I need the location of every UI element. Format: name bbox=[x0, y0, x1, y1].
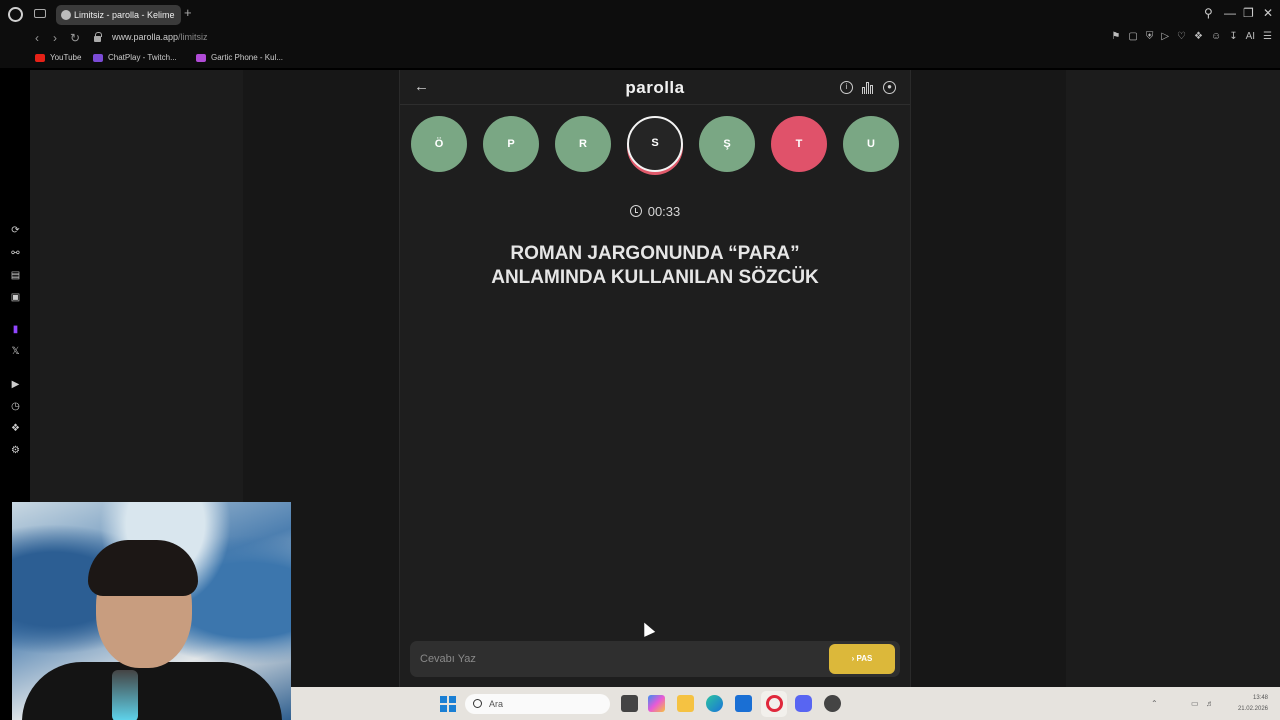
letter-track: Ö P R S Ş T U bbox=[411, 116, 901, 176]
tray-clock[interactable]: 13:48 21.02.2026 bbox=[1238, 693, 1268, 715]
twitch-icon[interactable]: ▮ bbox=[10, 324, 21, 335]
letter-circle-current: S bbox=[627, 116, 683, 172]
bookmark-icon[interactable]: ⚑ bbox=[1111, 31, 1120, 42]
pass-button[interactable]: › PAS bbox=[829, 644, 895, 674]
letter-circle: Ö bbox=[411, 116, 467, 172]
player-icon[interactable]: ▶ bbox=[10, 379, 21, 390]
youtube-icon bbox=[35, 53, 45, 62]
microphone bbox=[112, 670, 138, 720]
windows-taskbar: Ara ⌃ ▭ ♬ 13:48 21.02.2026 bbox=[291, 687, 1280, 720]
close-window-button[interactable]: ✕ bbox=[1263, 6, 1273, 20]
x-twitter-icon[interactable]: 𝕏 bbox=[10, 346, 21, 357]
extension-toolbar: ⚑ ▢ ⛨ ▷ ♡ ❖ ☺ ↧ AI ☰ bbox=[1111, 31, 1272, 42]
download-icon[interactable]: ↧ bbox=[1229, 31, 1237, 42]
settings-gear-icon[interactable]: ⚙ bbox=[10, 445, 21, 456]
profile-icon[interactable]: ☺ bbox=[1211, 31, 1221, 42]
person-body bbox=[22, 662, 282, 720]
tab-title: Limitsiz - parolla - Kelime bbox=[74, 10, 175, 20]
wallet-icon[interactable]: ▤ bbox=[10, 270, 21, 281]
file-explorer-icon[interactable] bbox=[677, 695, 694, 712]
app-icon[interactable] bbox=[824, 695, 841, 712]
lock-icon bbox=[94, 32, 102, 42]
chatplay-icon bbox=[93, 53, 103, 62]
letter-circle: Ş bbox=[699, 116, 755, 172]
letter-circle: P bbox=[483, 116, 539, 172]
minimize-button[interactable]: — bbox=[1224, 6, 1236, 20]
letter-circle-wrong: T bbox=[771, 116, 827, 172]
webcam-overlay bbox=[12, 502, 291, 720]
tab-islands-icon[interactable] bbox=[34, 9, 46, 18]
question-line-2: ANLAMINDA KULLANILAN SÖZCÜK bbox=[491, 267, 819, 288]
letter-circle: U bbox=[843, 116, 899, 172]
opera-taskbar-icon[interactable] bbox=[766, 695, 783, 712]
gartic-icon bbox=[196, 53, 206, 62]
copilot-icon[interactable] bbox=[648, 695, 665, 712]
address-bar: ‹ › ↻ www.parolla.app/limitsiz ⚑ ▢ ⛨ ▷ ♡… bbox=[0, 28, 1280, 50]
bookmark-gartic[interactable]: Gartic Phone - Kul... bbox=[196, 53, 283, 62]
store-icon[interactable] bbox=[735, 695, 752, 712]
new-tab-button[interactable]: + bbox=[184, 6, 192, 20]
edge-icon[interactable] bbox=[706, 695, 723, 712]
taskbar-search[interactable]: Ara bbox=[465, 694, 610, 714]
tray-chevron-icon[interactable]: ⌃ bbox=[1151, 699, 1158, 708]
tray-time: 13:48 bbox=[1252, 695, 1268, 701]
discord-icon[interactable] bbox=[795, 695, 812, 712]
question-line-1: ROMAN JARGONUNDA “PARA” bbox=[510, 243, 800, 264]
back-button[interactable]: ‹ bbox=[35, 31, 39, 45]
clock-icon bbox=[629, 205, 642, 217]
windows-start-icon[interactable] bbox=[440, 696, 456, 712]
bookmark-label: Gartic Phone - Kul... bbox=[211, 53, 284, 62]
shield-icon[interactable]: ⛨ bbox=[1146, 31, 1154, 42]
bookmark-label: ChatPlay - Twitch... bbox=[108, 53, 177, 62]
url-domain: www.parolla.app bbox=[112, 32, 179, 42]
bookmark-chatplay[interactable]: ChatPlay - Twitch... bbox=[93, 53, 177, 62]
menu-icon[interactable]: ☰ bbox=[1263, 31, 1272, 42]
letter-circle: R bbox=[555, 116, 611, 172]
search-tabs-icon[interactable]: ⚲ bbox=[1204, 6, 1213, 20]
url-field[interactable]: www.parolla.app/limitsiz bbox=[112, 32, 208, 42]
taskbar-search-placeholder: Ara bbox=[489, 699, 504, 709]
timer-value: 00:33 bbox=[647, 204, 681, 219]
reload-icon[interactable]: ↻ bbox=[70, 31, 80, 45]
opera-sidebar: ⟳ ⚯ ▤ ▣ ▮ 𝕏 ▶ ◷ ❖ ⚙ bbox=[0, 68, 30, 503]
pass-label: PAS bbox=[856, 654, 873, 663]
url-path: /limitsiz bbox=[178, 32, 208, 42]
question-text: ROMAN JARGONUNDA “PARA” ANLAMINDA KULLAN… bbox=[440, 242, 870, 290]
task-view-icon[interactable] bbox=[621, 695, 638, 712]
answer-input[interactable] bbox=[420, 650, 810, 668]
answer-bar: › PAS bbox=[410, 641, 900, 677]
messenger-icon[interactable]: ▣ bbox=[10, 292, 21, 303]
heart-icon[interactable]: ♡ bbox=[1177, 31, 1186, 42]
parolla-app: ← parolla i ● Ö P R S Ş T U 00:33 ROMAN … bbox=[399, 70, 911, 687]
tab-favicon-icon bbox=[61, 10, 71, 20]
app-title: parolla bbox=[625, 78, 685, 97]
info-icon[interactable]: i bbox=[840, 81, 853, 94]
app-header: ← parolla i ● bbox=[400, 70, 910, 105]
network-icon[interactable]: ▭ bbox=[1191, 699, 1199, 708]
browser-tab[interactable]: Limitsiz - parolla - Kelime bbox=[56, 5, 181, 25]
extensions-sidebar-icon[interactable]: ❖ bbox=[10, 423, 21, 434]
volume-icon[interactable]: ♬ bbox=[1206, 699, 1214, 708]
right-gutter bbox=[1066, 70, 1280, 687]
play-icon[interactable]: ▷ bbox=[1161, 31, 1169, 42]
snapshot-icon[interactable]: ▢ bbox=[1128, 31, 1137, 42]
bookmark-youtube[interactable]: YouTube bbox=[35, 53, 81, 62]
tray-date: 21.02.2026 bbox=[1237, 706, 1268, 712]
person-hair bbox=[88, 540, 198, 596]
cart-icon[interactable]: ⚯ bbox=[10, 248, 21, 259]
timer: 00:33 bbox=[400, 204, 910, 219]
forward-button[interactable]: › bbox=[53, 31, 57, 45]
bookmarks-bar: YouTube ChatPlay - Twitch... Gartic Phon… bbox=[0, 50, 1280, 68]
opera-logo-icon[interactable] bbox=[8, 7, 23, 22]
ai-button[interactable]: AI bbox=[1246, 31, 1255, 42]
aria-icon[interactable]: ⟳ bbox=[10, 225, 21, 236]
profile-icon[interactable]: ● bbox=[883, 81, 896, 94]
extensions-icon[interactable]: ❖ bbox=[1194, 31, 1203, 42]
maximize-button[interactable]: ❐ bbox=[1243, 6, 1254, 20]
browser-tab-bar: Limitsiz - parolla - Kelime + ⚲ — ❐ ✕ bbox=[0, 0, 1280, 28]
bookmark-label: YouTube bbox=[50, 53, 82, 62]
stats-icon[interactable] bbox=[862, 82, 875, 94]
history-icon[interactable]: ◷ bbox=[10, 401, 21, 412]
search-icon bbox=[473, 699, 482, 708]
